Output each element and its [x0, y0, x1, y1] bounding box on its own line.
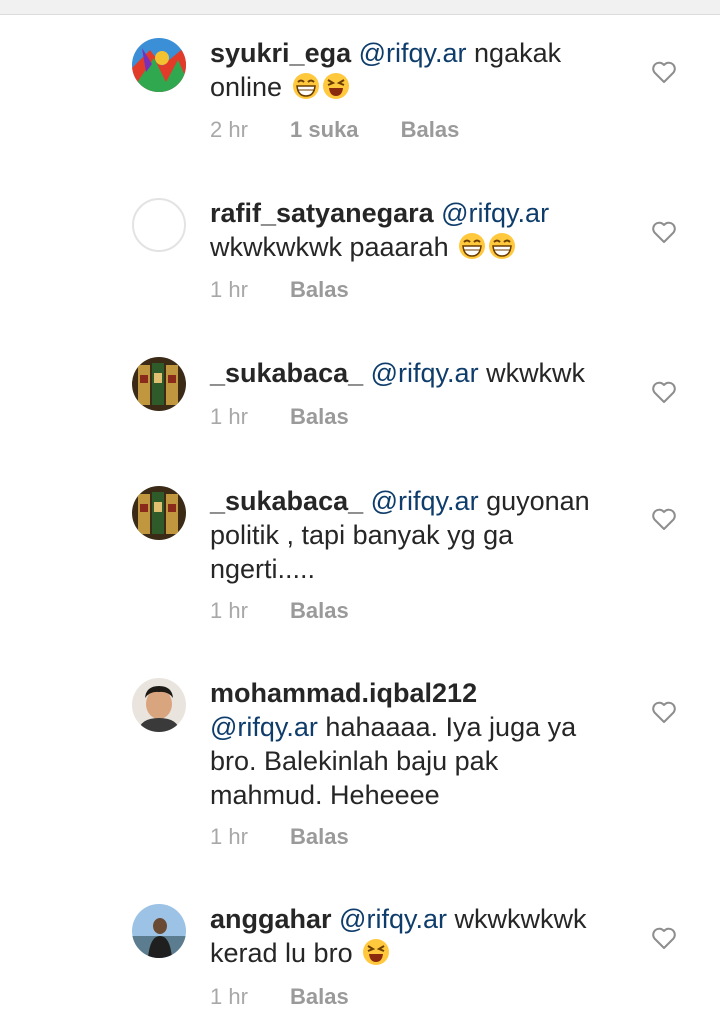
reply-button[interactable]: Balas	[401, 117, 460, 143]
comment-time: 2 hr	[210, 117, 248, 142]
reply-button[interactable]: Balas	[290, 404, 349, 430]
comment-username[interactable]: syukri_ega	[210, 38, 351, 68]
comment-username[interactable]: mohammad.iqbal212	[210, 678, 477, 708]
avatar[interactable]	[132, 678, 186, 732]
comment-username[interactable]: rafif_satyanegara	[210, 198, 434, 228]
comment-username[interactable]: anggahar	[210, 904, 332, 934]
comment-text: rafif_satyanegara @rifqy.ar wkwkwkwk paa…	[210, 196, 590, 264]
avatar[interactable]	[132, 486, 186, 540]
comment-meta: 2 hr 1 suka Balas	[210, 117, 495, 143]
grin-emoji-icon	[459, 233, 486, 259]
comment-mention[interactable]: @rifqy.ar	[210, 712, 318, 742]
comment-likes[interactable]: 1 suka	[290, 117, 359, 143]
comment-body: wkwkwk	[478, 358, 586, 388]
comment-meta: 1 hr Balas	[210, 984, 385, 1010]
comment-body: wkwkwkwk paaarah	[210, 232, 449, 262]
comment-username[interactable]: _sukabaca_	[210, 358, 363, 388]
comment-text: _sukabaca_ @rifqy.ar guyonan politik , t…	[210, 484, 590, 586]
grin-emoji-icon	[489, 233, 516, 259]
reply-button[interactable]: Balas	[290, 824, 349, 850]
avatar[interactable]	[132, 357, 186, 411]
comment-mention[interactable]: @rifqy.ar	[371, 358, 479, 388]
comment-time: 1 hr	[210, 404, 248, 429]
avatar[interactable]	[132, 38, 186, 92]
top-edge-bar	[0, 0, 720, 15]
grin-emoji-icon	[292, 73, 319, 99]
comment-mention[interactable]: @rifqy.ar	[339, 904, 447, 934]
laugh-emoji-icon	[363, 939, 390, 965]
reply-button[interactable]: Balas	[290, 277, 349, 303]
comment-text: anggahar @rifqy.ar wkwkwkwk kerad lu bro	[210, 902, 590, 970]
comment-username[interactable]: _sukabaca_	[210, 486, 363, 516]
comment-meta: 1 hr Balas	[210, 598, 385, 624]
comment-time: 1 hr	[210, 277, 248, 302]
heart-icon[interactable]	[651, 926, 677, 950]
comment-text: mohammad.iqbal212 @rifqy.ar hahaaaa. Iya…	[210, 676, 590, 812]
comment-time: 1 hr	[210, 984, 248, 1009]
comment-time: 1 hr	[210, 824, 248, 849]
comment-mention[interactable]: @rifqy.ar	[359, 38, 467, 68]
comment-text: syukri_ega @rifqy.ar ngakak online	[210, 36, 590, 104]
comment-text: _sukabaca_ @rifqy.ar wkwkwk	[210, 356, 590, 390]
comment-time: 1 hr	[210, 598, 248, 623]
heart-icon[interactable]	[651, 700, 677, 724]
heart-icon[interactable]	[651, 220, 677, 244]
laugh-emoji-icon	[322, 73, 349, 99]
comment-mention[interactable]: @rifqy.ar	[441, 198, 549, 228]
reply-button[interactable]: Balas	[290, 984, 349, 1010]
heart-icon[interactable]	[651, 60, 677, 84]
comment-meta: 1 hr Balas	[210, 404, 385, 430]
heart-icon[interactable]	[651, 507, 677, 531]
reply-button[interactable]: Balas	[290, 598, 349, 624]
avatar[interactable]	[132, 904, 186, 958]
comment-meta: 1 hr Balas	[210, 824, 385, 850]
comment-meta: 1 hr Balas	[210, 277, 385, 303]
heart-icon[interactable]	[651, 380, 677, 404]
comment-mention[interactable]: @rifqy.ar	[371, 486, 479, 516]
avatar[interactable]	[132, 198, 186, 252]
